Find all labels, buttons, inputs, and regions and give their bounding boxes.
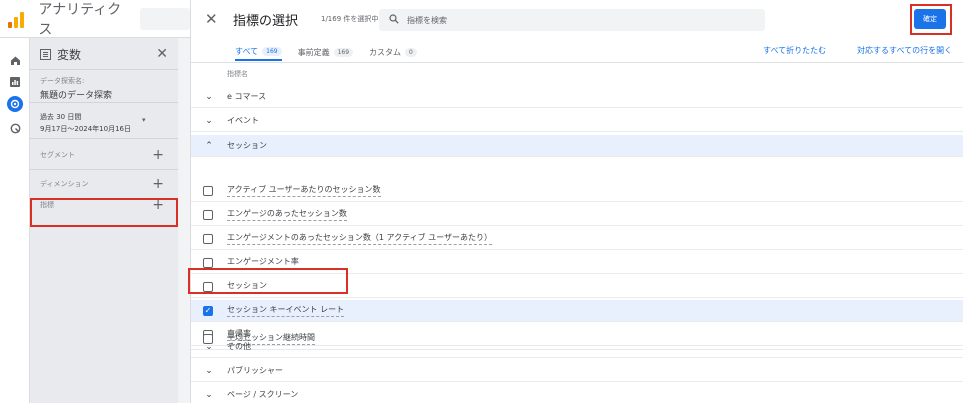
advertising-icon[interactable] (7, 120, 23, 136)
metric-row[interactable]: アクティブ ユーザーあたりのセッション数 (191, 180, 963, 202)
app-header: アナリティクス (0, 0, 190, 38)
metric-row-selected[interactable]: ✓ セッション キーイベント レート (191, 300, 963, 322)
chevron-down-icon: ⌄ (205, 91, 213, 102)
explore-icon[interactable] (7, 96, 23, 112)
count-badge: 169 (262, 46, 282, 56)
date-range-value: 9月17日～2024年10月16日 (40, 125, 131, 133)
category-ecommerce[interactable]: ⌄ e コマース (191, 86, 963, 108)
dimension-row: ディメンション + (40, 175, 164, 193)
divider (30, 69, 178, 70)
category-label: ページ / スクリーン (227, 390, 299, 399)
tab-label: カスタム (369, 47, 402, 57)
divider (30, 138, 178, 139)
exploration-name-value: 無題のデータ探索 (40, 91, 113, 101)
metric-checkbox[interactable] (203, 233, 213, 244)
tab-label: 事前定義 (297, 47, 330, 57)
variables-title: 変数 (57, 47, 82, 62)
metric-label: エンゲージのあったセッション数 (227, 208, 347, 221)
open-all-rows-link[interactable]: 対応するすべての行を開く (857, 45, 952, 56)
close-icon[interactable]: ✕ (156, 46, 168, 62)
app-title: アナリティクス (38, 1, 122, 38)
tab-custom[interactable]: カスタム 0 (369, 43, 417, 61)
nav-rail (0, 38, 30, 403)
home-icon[interactable] (7, 52, 23, 68)
category-label: セッション (227, 141, 267, 150)
highlight-frame (188, 268, 348, 294)
collapse-all-link[interactable]: すべて折りたたむ (763, 45, 826, 56)
count-badge: 169 (333, 47, 354, 57)
chevron-down-icon: ⌄ (205, 341, 213, 352)
count-badge: 0 (405, 47, 417, 57)
segment-label: セグメント (40, 151, 75, 159)
category-other[interactable]: ⌄ その他 (191, 336, 963, 358)
chevron-up-icon: ⌃ (205, 140, 213, 151)
category-label: その他 (227, 342, 251, 351)
dialog-title: 指標の選択 (233, 14, 299, 29)
category-publisher[interactable]: ⌄ パブリッシャー (191, 360, 963, 382)
add-segment-button[interactable]: + (152, 147, 164, 163)
metric-row[interactable]: エンゲージメントのあったセッション数（1 アクティブ ユーザーあたり） (191, 228, 963, 250)
metric-checkbox[interactable] (203, 257, 213, 268)
search-placeholder: 指標を検索 (407, 15, 447, 25)
category-events[interactable]: ⌄ イベント (191, 110, 963, 132)
metric-label: セッション キーイベント レート (227, 304, 345, 317)
metric-label: アクティブ ユーザーあたりのセッション数 (227, 184, 381, 197)
search-icon (389, 13, 399, 27)
divider (30, 169, 178, 170)
metric-checkbox[interactable] (203, 185, 213, 196)
app-search-box[interactable] (139, 7, 190, 30)
divider (191, 62, 963, 63)
exploration-name-label: データ探索名: (40, 77, 85, 85)
metric-checkbox-checked[interactable]: ✓ (203, 305, 213, 316)
dimension-label: ディメンション (40, 180, 89, 188)
analytics-logo-icon (8, 10, 28, 28)
tab-predefined[interactable]: 事前定義 169 (297, 43, 354, 61)
chevron-down-icon: ⌄ (205, 115, 213, 126)
date-range-label: 過去 30 日間 (40, 113, 82, 121)
variables-icon (40, 48, 51, 60)
category-session[interactable]: ⌃ セッション (191, 135, 963, 157)
highlight-frame (30, 198, 178, 227)
tab-all[interactable]: すべて 169 (235, 43, 282, 61)
chevron-down-icon: ⌄ (205, 365, 213, 376)
segment-row: セグメント + (40, 146, 164, 164)
metric-checkbox[interactable] (203, 209, 213, 220)
exploration-name-field[interactable]: データ探索名: 無題のデータ探索 (40, 76, 170, 101)
close-icon[interactable]: ✕ (205, 10, 218, 28)
divider (30, 102, 178, 103)
selection-count: 1/169 件を選択中 (321, 15, 379, 23)
column-header-metric-name: 指標名 (227, 70, 248, 78)
category-page-screen[interactable]: ⌄ ページ / スクリーン (191, 384, 963, 403)
category-label: イベント (227, 116, 259, 125)
metric-tabs: すべて 169 事前定義 169 カスタム 0 (235, 43, 417, 61)
highlight-frame (910, 4, 952, 35)
metric-select-dialog: ✕ 指標の選択 1/169 件を選択中 指標を検索 確定 すべて 169 事前定… (188, 0, 963, 403)
chevron-down-icon: ⌄ (205, 389, 213, 400)
dropdown-arrow-icon: ▾ (142, 116, 146, 124)
date-range-selector[interactable]: 過去 30 日間 9月17日～2024年10月16日 ▾ (40, 112, 170, 134)
metric-search-input[interactable]: 指標を検索 (379, 9, 765, 31)
metric-row[interactable]: エンゲージのあったセッション数 (191, 204, 963, 226)
category-label: e コマース (227, 92, 267, 101)
tab-label: すべて (235, 46, 259, 56)
metric-label: エンゲージメントのあったセッション数（1 アクティブ ユーザーあたり） (227, 232, 492, 245)
add-dimension-button[interactable]: + (152, 176, 164, 192)
category-label: パブリッシャー (227, 366, 283, 375)
reports-icon[interactable] (7, 74, 23, 90)
